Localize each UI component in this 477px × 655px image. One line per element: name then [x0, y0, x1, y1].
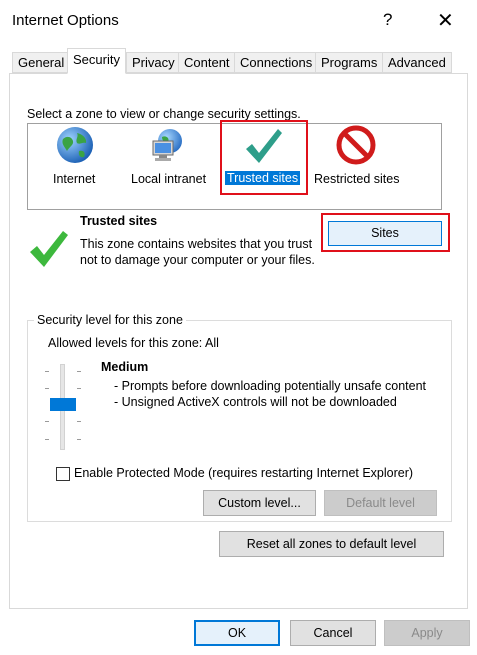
- apply-button[interactable]: Apply: [384, 620, 470, 646]
- close-button[interactable]: ✕: [437, 8, 454, 33]
- protected-mode-label: Enable Protected Mode (requires restarti…: [74, 466, 414, 480]
- zone-restricted-sites-label: Restricted sites: [314, 172, 400, 186]
- zone-select-label: Select a zone to view or change security…: [27, 107, 301, 121]
- default-level-button[interactable]: Default level: [324, 490, 437, 516]
- zone-description: This zone contains websites that you tru…: [80, 237, 315, 267]
- slider-tick: [77, 421, 81, 422]
- no-entry-icon: [336, 125, 376, 165]
- security-level-group-label: Security level for this zone: [34, 313, 186, 327]
- ok-button[interactable]: OK: [194, 620, 280, 646]
- tab-security[interactable]: Security: [67, 48, 126, 74]
- intranet-icon: [152, 129, 182, 161]
- window-title: Internet Options: [12, 12, 119, 29]
- slider-tick: [45, 388, 49, 389]
- slider-tick: [45, 371, 49, 372]
- zone-local-intranet[interactable]: [148, 125, 188, 167]
- tab-programs[interactable]: Programs: [315, 52, 384, 73]
- allowed-levels-label: Allowed levels for this zone: All: [48, 336, 219, 350]
- tab-advanced[interactable]: Advanced: [382, 52, 452, 73]
- globe-icon: [57, 127, 93, 163]
- zone-internet[interactable]: [55, 125, 95, 167]
- zone-restricted-sites[interactable]: [336, 125, 376, 165]
- security-level-description: - Prompts before downloading potentially…: [114, 378, 434, 410]
- custom-level-button[interactable]: Custom level...: [203, 490, 316, 516]
- tab-connections[interactable]: Connections: [234, 52, 319, 73]
- level-point: - Unsigned ActiveX controls will not be …: [114, 395, 397, 409]
- trusted-sites-highlight: [220, 120, 308, 195]
- security-level-slider-thumb[interactable]: [50, 398, 76, 411]
- reset-all-zones-button[interactable]: Reset all zones to default level: [219, 531, 444, 557]
- slider-tick: [77, 371, 81, 372]
- zone-local-intranet-label: Local intranet: [131, 172, 207, 186]
- tab-privacy[interactable]: Privacy: [126, 52, 181, 73]
- slider-tick: [77, 388, 81, 389]
- tab-general[interactable]: General: [12, 52, 71, 73]
- zone-internet-label: Internet: [53, 172, 96, 186]
- trusted-sites-check-icon: [30, 231, 68, 267]
- slider-tick: [77, 439, 81, 440]
- zone-title: Trusted sites: [80, 214, 158, 228]
- security-level-name: Medium: [101, 360, 149, 374]
- level-point: - Prompts before downloading potentially…: [114, 379, 426, 393]
- protected-mode-checkbox[interactable]: [56, 467, 70, 481]
- cancel-button[interactable]: Cancel: [290, 620, 376, 646]
- title-bar: Internet Options ? ✕: [0, 0, 477, 44]
- help-button[interactable]: ?: [383, 10, 392, 30]
- sites-button-highlight: [321, 213, 450, 252]
- slider-tick: [45, 439, 49, 440]
- slider-tick: [45, 421, 49, 422]
- tab-content[interactable]: Content: [178, 52, 236, 73]
